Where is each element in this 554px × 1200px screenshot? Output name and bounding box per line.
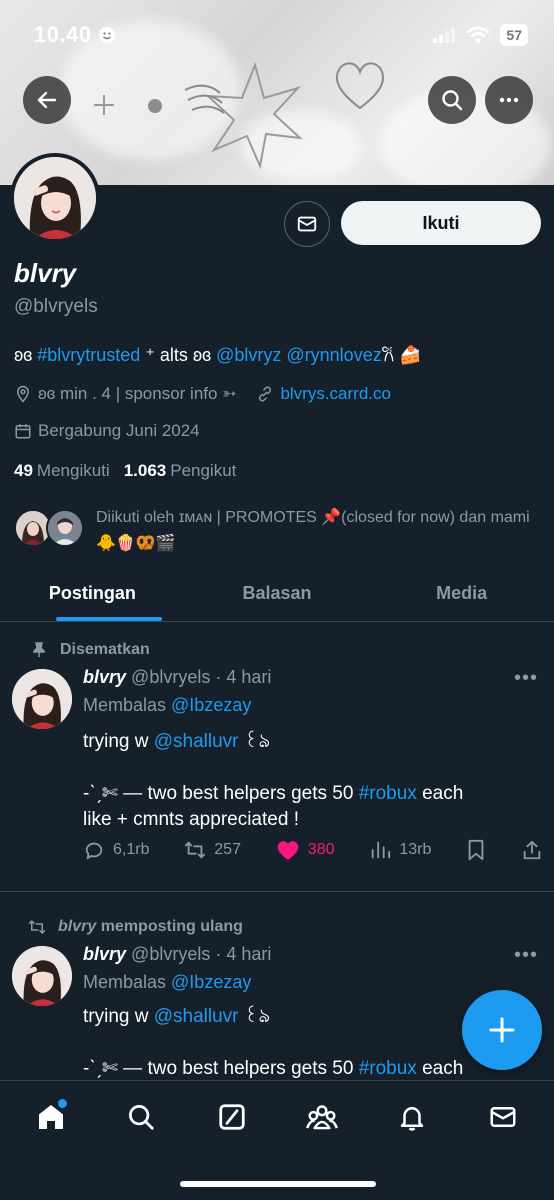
bio-mention-link[interactable]: @blvryz [216,345,281,365]
status-bar: 10.40 57 [0,0,554,70]
profile-avatar[interactable] [10,153,100,243]
profile-name: blvry [14,258,77,288]
repost-icon [185,841,206,859]
profile-bio: ʚɞ #blvrytrusted ⁺ alts ʚɞ @blvryz @rynn… [14,343,422,367]
pin-icon [33,642,45,657]
tweet[interactable]: Disematkan blvry @blvryels · 4 hari ••• … [0,623,554,891]
follow-counts: 49 Mengikuti 1.063 Pengikut [14,461,236,481]
status-icons: 57 [432,24,528,46]
wifi-icon [467,26,490,43]
plus-icon [489,1017,515,1043]
tweet-avatar[interactable] [12,669,72,729]
tweet-author[interactable]: blvry [83,944,126,964]
mutual-avatars [14,505,94,549]
reply-mention-link[interactable]: @Ibzezay [171,695,251,715]
communities-icon [306,1105,339,1130]
bio-middle: ⁺ alts ʚɞ [140,345,217,365]
nav-grok[interactable] [212,1097,252,1137]
profile-website-link[interactable]: blvrys.carrd.co [280,384,391,404]
tweet-text: trying w @shalluvr ꒰ঌ -ˋˏ✄ — two best he… [83,731,464,830]
bio-mention-link[interactable]: @rynnlovez [286,345,381,365]
profile-tabs: Postingan Balasan Media [0,566,554,622]
compose-post-button[interactable] [462,990,542,1070]
tab-replies[interactable]: Balasan [185,566,370,621]
followed-by-text: Diikuti oleh ɪᴍᴀɴ | PROMOTES 📌(closed fo… [96,509,530,552]
search-icon [442,90,463,111]
tweet-hashtag-link[interactable]: #robux [359,783,417,804]
location-pin-icon [16,385,30,403]
link-icon [259,386,272,402]
tweet-header: blvry @blvryels · 4 hari [83,944,271,965]
focus-smile-icon [98,27,115,43]
more-options-button[interactable] [485,76,533,124]
tweet-more-button[interactable]: ••• [514,944,538,967]
avatar-image [14,157,96,239]
reply-context: Membalas @Ibzezay [83,972,252,992]
reply-context: Membalas @Ibzezay [83,695,252,715]
envelope-icon [490,1107,516,1127]
views-chart-icon [372,841,391,859]
reply-mention-link[interactable]: @Ibzezay [171,972,251,992]
tweet-handle-time: @blvryels · 4 hari [131,667,272,687]
profile-joined-row: Bergabung Juni 2024 [14,421,200,441]
tweet-avatar[interactable] [12,946,72,1006]
back-button[interactable] [23,76,71,124]
share-button[interactable] [521,839,543,861]
profile-meta-row: ʚɞ min . 4 | sponsor info ➳ blvrys.carrd… [14,384,391,404]
like-button[interactable]: 380 [276,839,335,861]
bio-prefix: ʚɞ [14,345,38,365]
repost-button[interactable]: 257 [184,839,241,861]
profile-handle: @blvryels [14,296,98,317]
home-indicator[interactable] [180,1181,376,1187]
following-count-link[interactable]: 49 Mengikuti [14,461,110,481]
tweet-actions: 6,1rb 257 380 13rb [83,839,543,861]
views-button[interactable]: 13rb [369,839,431,861]
bell-icon [401,1107,424,1131]
tab-media[interactable]: Media [369,566,554,621]
tweet-header: blvry @blvryels · 4 hari [83,667,271,688]
wind-doodle-icon [184,84,225,114]
tweet-handle-time: @blvryels · 4 hari [131,944,272,964]
pinned-label: Disematkan [33,641,150,659]
repost-label: blvry memposting ulang [28,918,243,936]
more-dots-icon [499,97,519,103]
bookmark-icon [468,839,484,861]
nav-messages[interactable] [483,1097,523,1137]
profile-joined-date: Bergabung Juni 2024 [38,421,200,440]
tweet-author[interactable]: blvry [83,667,126,687]
bio-hashtag-link[interactable]: #blvrytrusted [37,345,140,365]
nav-search[interactable] [121,1097,161,1137]
signal-icon [433,27,456,43]
nav-notifications[interactable] [392,1097,432,1137]
bio-suffix: 𐙚 🍰 [381,345,422,365]
message-button[interactable] [284,201,330,247]
tweet-hashtag-link[interactable]: #robux [359,1058,417,1079]
tweet-mention-link[interactable]: @shalluvr [154,1006,239,1027]
repost-icon [28,920,46,934]
envelope-icon [297,216,317,232]
battery-level: 57 [500,24,528,46]
reply-icon [85,842,103,860]
mutual-avatar [46,509,84,547]
search-button[interactable] [428,76,476,124]
doodle-icon [94,95,162,115]
tab-posts[interactable]: Postingan [0,566,185,621]
status-time: 10.40 [34,22,116,48]
tweet-more-button[interactable]: ••• [514,667,538,690]
search-icon [129,1105,155,1130]
share-icon [523,840,541,860]
tweet-mention-link[interactable]: @shalluvr [154,731,239,752]
heart-filled-icon [277,841,298,860]
calendar-icon [15,424,31,439]
grok-icon [219,1104,245,1130]
profile-location: ʚɞ min . 4 | sponsor info ➳ [38,384,237,403]
bookmark-button[interactable] [466,839,486,861]
nav-home[interactable] [31,1097,71,1137]
back-arrow-icon [37,91,57,109]
nav-communities[interactable] [302,1097,342,1137]
followers-count-link[interactable]: 1.063 Pengikut [124,461,237,481]
reply-button[interactable]: 6,1rb [83,839,149,861]
follow-button[interactable]: Ikuti [341,201,541,245]
followed-by-row[interactable]: Diikuti oleh ɪᴍᴀɴ | PROMOTES 📌(closed fo… [14,505,544,557]
